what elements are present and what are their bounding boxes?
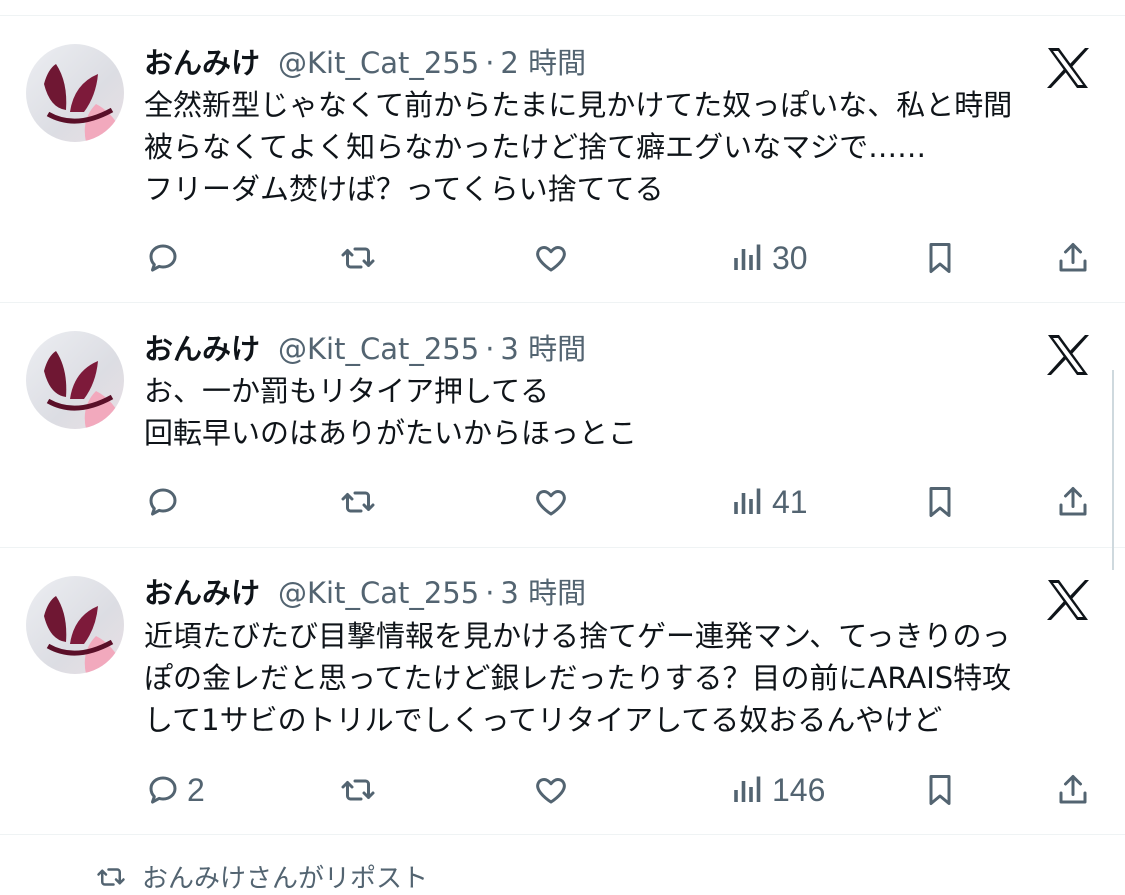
tweet-line: ぽの金レだと思ってたけど銀レだったりする？目の前にARAIS特攻 (144, 661, 1012, 695)
separator: · (485, 576, 495, 610)
tweet-divider (0, 302, 1125, 303)
share-icon (1059, 487, 1087, 516)
timestamp[interactable]: 3 時間 (500, 570, 586, 612)
tweet-line: 被らなくてよく知らなかったけど捨て癖エグいなマジで…… (144, 130, 927, 164)
user-handle[interactable]: @Kit_Cat_255 (278, 332, 479, 366)
views-count: 30 (772, 239, 808, 276)
tweet-text: 近頃たびたび目撃情報を見かける捨てゲー連発マン、てっきりのっ ぽの金レだと思って… (144, 615, 1094, 741)
top-divider (0, 15, 1125, 16)
tweet-line: フリーダム焚けば？ってくらい捨ててる (144, 172, 664, 206)
tweet-divider (0, 547, 1125, 548)
display-name[interactable]: おんみけ (144, 570, 260, 612)
bookmark-icon (929, 775, 951, 805)
display-name[interactable]: おんみけ (144, 40, 260, 82)
retweet-button[interactable] (340, 478, 376, 526)
repost-label: おんみけさんがリポスト (142, 864, 429, 894)
reply-icon (149, 244, 177, 272)
views-button[interactable]: 146 (730, 766, 825, 814)
views-count: 41 (772, 483, 808, 520)
reply-button[interactable]: 2 (145, 766, 205, 814)
bookmark-icon (929, 243, 951, 273)
like-icon (536, 246, 566, 272)
tweet-line: 全然新型じゃなくて前からたまに見かけてた奴っぽいな、私と時間 (144, 88, 1013, 122)
repost-indicator[interactable]: おんみけさんがリポスト (96, 858, 428, 895)
views-button[interactable]: 41 (730, 478, 808, 526)
separator: · (485, 46, 495, 80)
views-count: 146 (772, 771, 826, 808)
views-button[interactable]: 30 (730, 234, 808, 282)
like-button[interactable] (533, 234, 569, 282)
bookmark-button[interactable] (922, 234, 958, 282)
share-button[interactable] (1055, 478, 1091, 526)
user-handle[interactable]: @Kit_Cat_255 (278, 576, 479, 610)
retweet-icon (341, 247, 375, 269)
reply-button[interactable] (145, 234, 187, 282)
display-name[interactable]: おんみけ (144, 326, 260, 368)
action-bar: 2 146 (0, 766, 1125, 814)
tweet-header: おんみけ @Kit_Cat_255 · 3 時間 (144, 326, 586, 366)
bookmark-button[interactable] (922, 478, 958, 526)
avatar[interactable] (26, 44, 124, 142)
timestamp[interactable]: 3 時間 (500, 326, 586, 368)
share-icon (1059, 775, 1087, 804)
tweet-text: 全然新型じゃなくて前からたまに見かけてた奴っぽいな、私と時間 被らなくてよく知ら… (144, 84, 1094, 210)
share-icon (1059, 243, 1087, 272)
separator: · (485, 332, 495, 366)
avatar[interactable] (26, 576, 124, 674)
avatar[interactable] (26, 331, 124, 429)
retweet-icon (97, 867, 125, 886)
tweet-text: お、一か罰もリタイア押してる 回転早いのはありがたいからほっとこ (144, 370, 1094, 454)
like-button[interactable] (533, 766, 569, 814)
retweet-button[interactable] (340, 766, 376, 814)
action-bar: 41 (0, 478, 1125, 526)
tweet-line: して1サビのトリルでしくってリタイアしてる奴おるんやけど (144, 703, 943, 737)
timestamp[interactable]: 2 時間 (500, 40, 586, 82)
like-icon (536, 490, 566, 516)
retweet-icon (341, 491, 375, 513)
user-handle[interactable]: @Kit_Cat_255 (278, 46, 479, 80)
reply-icon (149, 776, 177, 804)
tweet-header: おんみけ @Kit_Cat_255 · 2 時間 (144, 40, 586, 80)
tweet-line: お、一か罰もリタイア押してる (144, 374, 550, 408)
like-button[interactable] (533, 478, 569, 526)
reply-icon (149, 488, 177, 516)
retweet-button[interactable] (340, 234, 376, 282)
like-icon (536, 778, 566, 804)
reply-count: 2 (187, 771, 205, 808)
action-bar: 30 (0, 234, 1125, 282)
share-button[interactable] (1055, 766, 1091, 814)
views-icon (734, 776, 761, 802)
tweet-header: おんみけ @Kit_Cat_255 · 3 時間 (144, 570, 586, 610)
views-icon (734, 488, 761, 514)
tweet-line: 近頃たびたび目撃情報を見かける捨てゲー連発マン、てっきりのっ (144, 619, 1011, 653)
share-button[interactable] (1055, 234, 1091, 282)
bookmark-icon (929, 487, 951, 517)
scrollbar[interactable] (1112, 370, 1114, 570)
reply-button[interactable] (145, 478, 187, 526)
retweet-icon (341, 779, 375, 801)
tweet-line: 回転早いのはありがたいからほっとこ (144, 416, 638, 450)
tweet-divider (0, 834, 1125, 835)
bookmark-button[interactable] (922, 766, 958, 814)
views-icon (734, 244, 761, 270)
